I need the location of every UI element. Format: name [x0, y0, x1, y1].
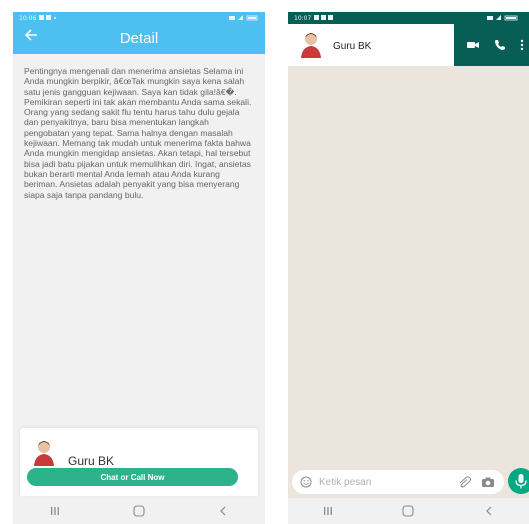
back-icon[interactable] — [479, 503, 499, 519]
contact-name: Guru BK — [333, 41, 372, 52]
notification-icons — [314, 15, 334, 20]
message-input[interactable]: Ketik pesan — [319, 477, 371, 488]
signal-battery-icons — [229, 15, 258, 21]
home-icon[interactable] — [129, 503, 149, 519]
mic-icon — [515, 474, 527, 489]
signal-battery-icons — [487, 15, 518, 21]
back-icon[interactable] — [213, 503, 233, 519]
page-title: Detail — [119, 30, 159, 47]
app-bar: 10:06 Detail — [13, 12, 265, 54]
whatsapp-chat-screen: 10:07 Guru BK Ketik pesan — [288, 12, 529, 524]
message-composer: Ketik pesan — [292, 470, 504, 494]
status-bar: 10:07 — [288, 12, 529, 24]
status-time: 10:06 — [19, 14, 37, 22]
contact-avatar[interactable] — [298, 30, 324, 58]
mic-button[interactable] — [508, 468, 529, 494]
article-text: Pentingnya mengenali dan menerima ansiet… — [24, 66, 252, 200]
notification-icons — [39, 15, 57, 20]
chat-or-call-button[interactable]: Chat or Call Now — [27, 468, 238, 486]
more-icon[interactable] — [517, 38, 527, 52]
android-nav-bar — [288, 498, 529, 524]
status-time: 10:07 — [294, 14, 312, 22]
recents-icon[interactable] — [45, 503, 65, 519]
counselor-name: Guru BK — [68, 454, 115, 468]
camera-icon[interactable] — [481, 476, 495, 488]
status-bar: 10:06 — [13, 12, 265, 24]
detail-screen: 10:06 Detail Pentingnya mengenali dan me… — [13, 12, 265, 524]
attach-icon[interactable] — [458, 476, 472, 488]
recents-icon[interactable] — [318, 503, 338, 519]
home-icon[interactable] — [398, 503, 418, 519]
android-nav-bar — [13, 498, 265, 524]
emoji-icon[interactable] — [300, 476, 312, 488]
counselor-avatar — [34, 441, 54, 466]
phone-icon[interactable] — [493, 38, 507, 52]
video-call-icon[interactable] — [466, 38, 480, 52]
